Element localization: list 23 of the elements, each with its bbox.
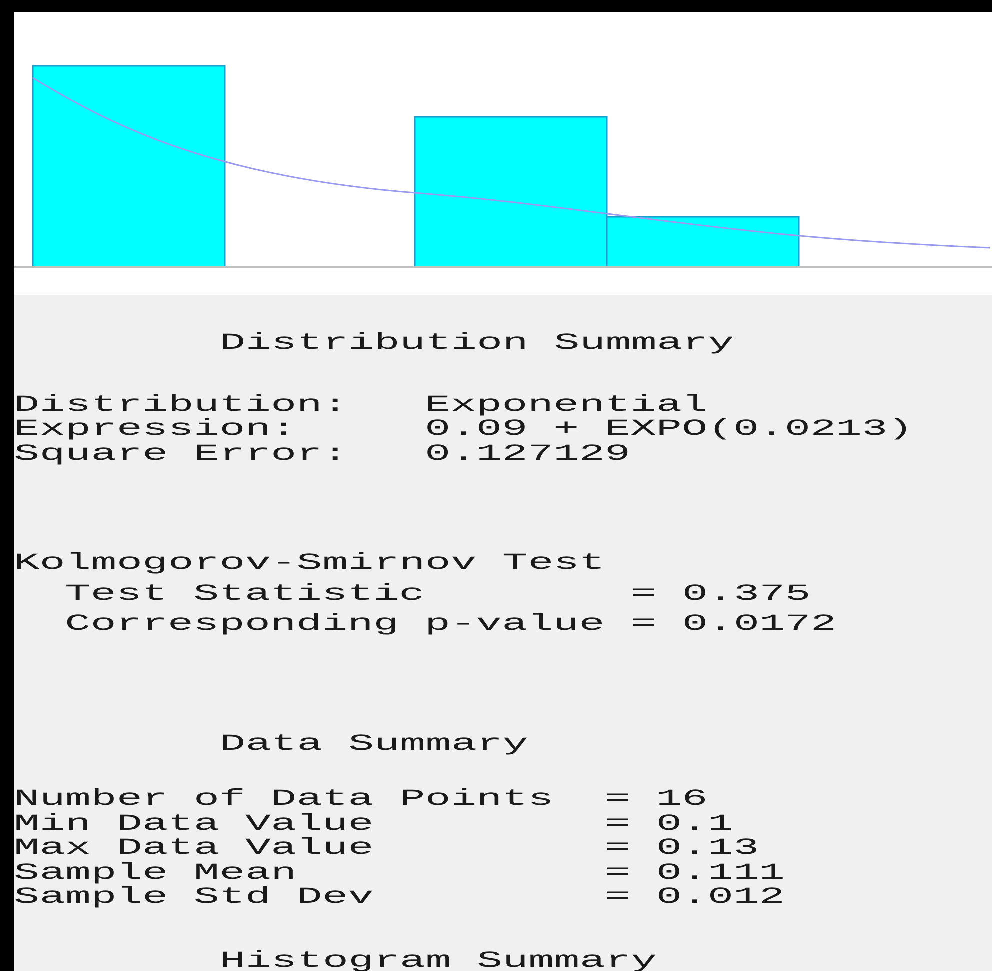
summary-value: = 0.0172 [630,612,836,636]
summary-label: Corresponding p-value [65,612,606,636]
summary-value: = 0.13 [605,836,760,860]
summary-label: Distribution: [14,392,348,417]
summary-label: Min Data Value [14,812,374,836]
summary-value: = 0.1 [605,812,734,836]
section-heading: Distribution Summary [220,331,734,356]
summary-label: Max Data Value [14,836,374,860]
section-heading: Kolmogorov-Smirnov Test [14,551,606,576]
summary-value: = 0.375 [630,582,811,606]
summary-value: = 0.012 [605,885,786,910]
summary-label: Test Statistic [65,582,426,606]
summary-value: = 16 [605,787,708,812]
summary-value: Exponential [425,392,708,417]
summary-label: Sample Std Dev [14,885,374,910]
summary-label: Expression: [14,417,297,442]
summary-value: = 0.111 [605,860,786,885]
summary-value: 0.09 + EXPO(0.0213) [425,417,914,442]
summary-label: Number of Data Points [14,787,554,812]
summary-label: Square Error: [14,442,348,466]
section-heading: Data Summary [220,732,528,756]
summary-value: 0.127129 [425,442,631,466]
summary-label: Sample Mean [14,860,297,885]
